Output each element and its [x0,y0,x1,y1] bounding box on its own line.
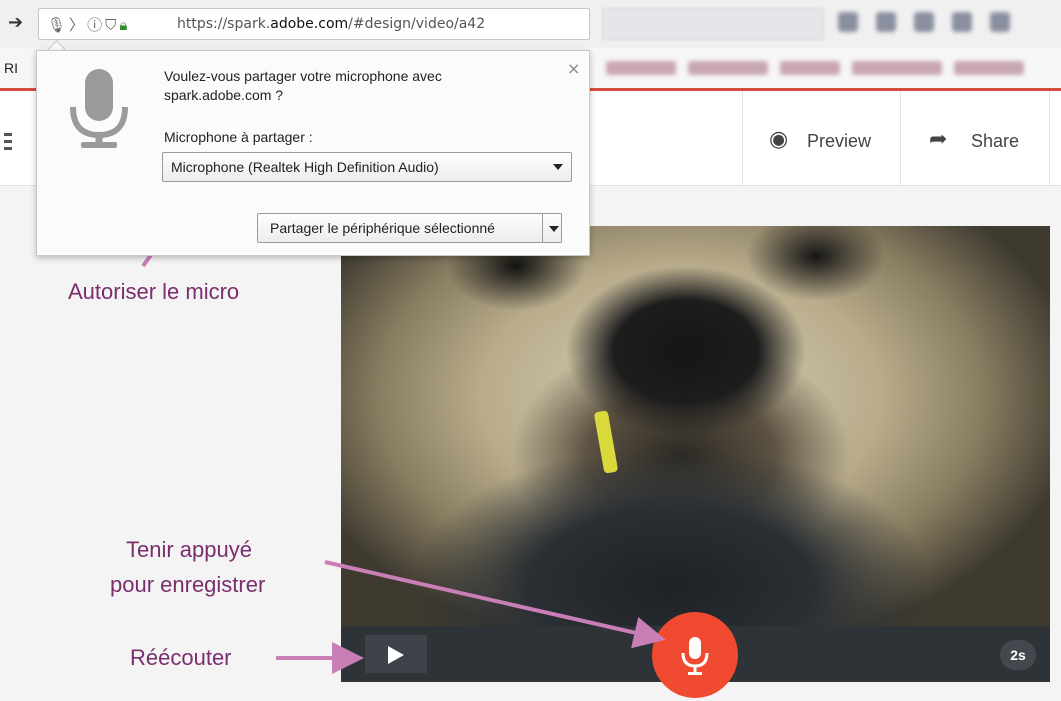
share-device-label: Partager le périphérique sélectionné [270,220,495,236]
microphone-select[interactable]: Microphone (Realtek High Definition Audi… [162,152,572,182]
share-device-button[interactable]: Partager le périphérique sélectionné [257,213,562,243]
toolbar-icon[interactable] [876,12,896,32]
url-suffix: /#design/video/a42 [348,16,486,32]
preview-label: Preview [807,131,872,151]
shield-icon[interactable]: ⛉ [105,16,119,34]
preview-button[interactable]: ◉ Preview [742,91,901,185]
menu-icon[interactable] [4,133,12,154]
annotation-hold-line1: Tenir appuyé [126,537,252,562]
close-icon[interactable]: × [567,59,580,78]
lock-icon[interactable]: 🔒︎ [119,16,130,34]
bookmark-items [600,58,1055,78]
split-divider [542,214,543,242]
toolbar-icon[interactable] [990,12,1010,32]
bookmark-item[interactable] [954,61,1024,75]
browser-toolbar: ➔ 🎙︎〉ⓘ⛉🔒︎ https://spark.adobe.com/#desig… [0,0,1061,48]
annotation-allow-mic: Autoriser le micro [68,279,240,304]
selected-device: Microphone (Realtek High Definition Audi… [171,159,439,175]
chevron-down-icon [553,164,563,170]
bookmark-item[interactable]: RI [4,60,18,76]
share-arrow-icon: ➦ [929,127,948,152]
search-box[interactable] [602,8,824,40]
chevron-down-icon[interactable] [549,226,559,232]
info-icon[interactable]: ⓘ [87,16,105,34]
duration-badge: 2s [1000,640,1036,670]
chevron-right-icon: 〉 [69,16,88,34]
annotation-replay: Réécouter [130,645,232,670]
share-label: Share [971,131,1020,151]
toolbar-icon[interactable] [952,12,972,32]
url-prefix: https://spark. [177,16,271,32]
microphone-icon [70,69,128,148]
play-button[interactable] [365,635,427,673]
microphone-select-label: Microphone à partager : [164,129,313,145]
bookmark-item[interactable] [852,61,942,75]
url-bar-icons: 🎙︎〉ⓘ⛉🔒︎ [47,14,130,35]
toolbar-icon[interactable] [838,12,858,32]
toolbar-icon[interactable] [914,12,934,32]
video-frame [341,226,1050,626]
record-button[interactable] [652,612,738,698]
bamboo-shoot [593,410,619,474]
annotation-hold-line2: pour enregistrer [110,572,266,597]
url-text[interactable]: https://spark.adobe.com/#design/video/a4… [177,16,485,32]
bookmark-item[interactable] [606,61,676,75]
microphone-icon [681,637,709,675]
eye-icon: ◉ [769,127,789,152]
play-icon [388,646,404,664]
share-button[interactable]: ➦ Share [900,91,1050,185]
toolbar-icons [838,12,1048,36]
forward-arrow-icon[interactable]: ➔ [8,12,23,33]
permission-question: Voulez-vous partager votre microphone av… [164,68,442,103]
microphone-permission-popup: Voulez-vous partager votre microphone av… [36,50,590,256]
url-domain: adobe.com [270,16,349,32]
url-bar[interactable]: 🎙︎〉ⓘ⛉🔒︎ https://spark.adobe.com/#design/… [38,8,618,41]
bookmark-item[interactable] [780,61,840,75]
microphone-icon[interactable]: 🎙︎ [47,16,69,34]
bookmark-item[interactable] [688,61,768,75]
